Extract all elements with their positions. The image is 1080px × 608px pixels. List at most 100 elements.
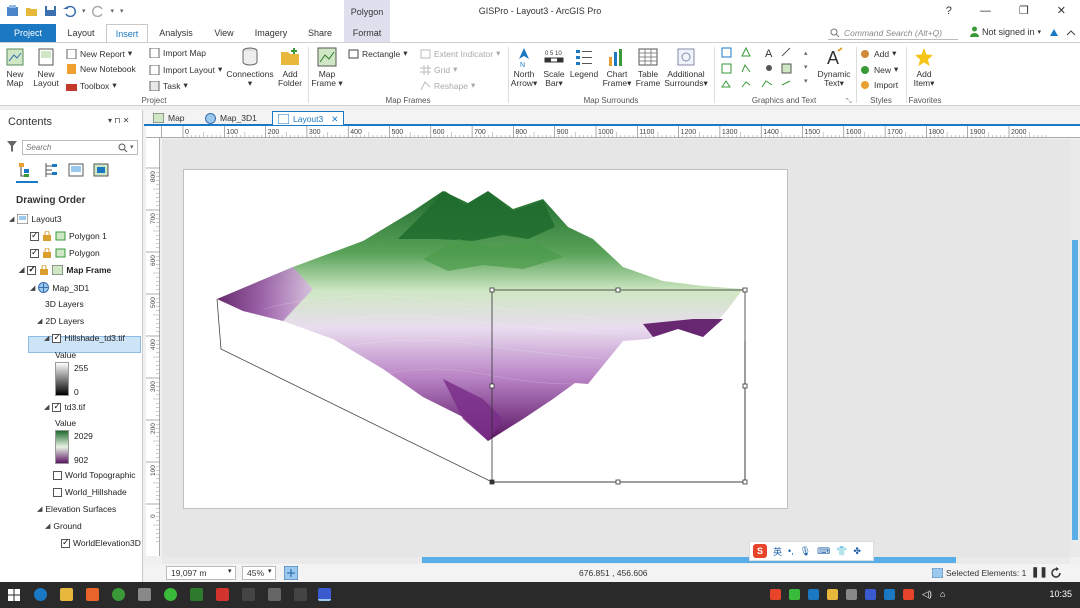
view-tab-map3d[interactable]: Map_3D1 — [200, 111, 262, 125]
tray-app-icon[interactable] — [884, 589, 895, 600]
task-button[interactable]: Task ▾ — [149, 80, 188, 91]
styles-add-button[interactable]: Add ▾ — [860, 48, 896, 59]
styles-new-button[interactable]: New ▾ — [860, 64, 898, 75]
close-tab-icon[interactable]: ✕ — [331, 112, 338, 126]
ribbon-collapse-icon[interactable] — [1066, 28, 1076, 38]
app-icon[interactable] — [138, 588, 151, 601]
tree-item-elevation-surfaces[interactable]: ◢ Elevation Surfaces — [37, 504, 116, 514]
vertical-scroll-thumb[interactable] — [1072, 240, 1078, 540]
tray-ime-icon[interactable] — [903, 589, 914, 600]
tab-layout[interactable]: Layout — [58, 24, 104, 42]
grid-button[interactable]: Grid ▾ — [420, 64, 457, 75]
tab-analysis[interactable]: Analysis — [150, 24, 202, 42]
new-notebook-button[interactable]: New Notebook — [66, 64, 136, 74]
edge-icon[interactable] — [34, 588, 47, 601]
editor-icon[interactable] — [268, 588, 281, 601]
arcgis-pro-icon[interactable] — [318, 588, 331, 601]
connections-button[interactable]: Connections ▾ — [226, 47, 274, 88]
north-arrow-button[interactable]: N North Arrow▾ — [510, 47, 538, 88]
command-search-input[interactable]: Command Search (Alt+Q) — [828, 26, 958, 40]
toolbox-button[interactable]: Toolbox ▾ — [66, 80, 117, 91]
import-map-button[interactable]: Import Map — [149, 48, 206, 58]
wechat-icon[interactable] — [164, 588, 177, 601]
search-options-dropdown[interactable]: ▾ — [130, 143, 134, 151]
view-tab-layout3[interactable]: Layout3 ✕ — [272, 111, 345, 126]
visibility-checkbox[interactable] — [53, 487, 62, 497]
visibility-checkbox[interactable] — [30, 247, 39, 258]
visibility-checkbox[interactable] — [53, 470, 62, 480]
tray-app-icon[interactable] — [827, 589, 838, 600]
styles-import-button[interactable]: Import — [860, 80, 898, 90]
ime-language[interactable]: 英 — [773, 545, 782, 558]
skin-icon[interactable]: 👕 — [836, 546, 847, 557]
pause-drawing-icon[interactable]: ❚❚ — [1031, 567, 1048, 578]
dialog-launcher-icon[interactable]: ⤡ — [846, 98, 852, 106]
settings-icon[interactable] — [294, 588, 307, 601]
keyboard-icon[interactable]: ⌨ — [817, 546, 830, 557]
snapping-icon[interactable] — [284, 566, 298, 580]
list-by-selection-icon[interactable] — [68, 162, 84, 178]
photos-icon[interactable] — [242, 588, 255, 601]
microphone-icon[interactable]: 🎙 — [800, 546, 811, 557]
tree-item-ground[interactable]: ◢ Ground — [45, 521, 82, 531]
list-by-labeling-icon[interactable] — [93, 162, 109, 178]
filter-icon[interactable] — [7, 141, 17, 152]
tray-app-icon[interactable] — [865, 589, 876, 600]
rectangle-button[interactable]: Rectangle ▾ — [348, 48, 408, 59]
punctuation-icon[interactable]: •, — [788, 546, 794, 556]
chevron-down-icon[interactable]: ▾ — [268, 567, 272, 575]
wps-icon[interactable] — [216, 588, 229, 601]
tree-item-polygon[interactable]: Polygon — [30, 247, 100, 258]
visibility-checkbox[interactable] — [52, 401, 62, 412]
excel-icon[interactable] — [190, 588, 203, 601]
extent-indicator-button[interactable]: Extent Indicator ▾ — [420, 48, 500, 59]
tab-format[interactable]: Format — [344, 24, 390, 42]
tree-item-world-topographic[interactable]: World Topographic — [53, 470, 136, 480]
additional-surrounds-button[interactable]: Additional Surrounds▾ — [663, 47, 709, 88]
volume-icon[interactable]: ◁) — [922, 589, 932, 600]
tab-share[interactable]: Share — [298, 24, 342, 42]
tab-view[interactable]: View — [204, 24, 244, 42]
scale-bar-button[interactable]: 0 5 10 Scale Bar▾ — [541, 47, 567, 88]
tree-item-world-elevation[interactable]: WorldElevation3D — [61, 537, 141, 548]
new-map-button[interactable]: New Map — [2, 47, 28, 88]
chevron-down-icon[interactable]: ▾ — [228, 567, 232, 575]
tray-app-icon[interactable] — [770, 589, 781, 600]
network-icon[interactable]: ⌂ — [940, 589, 945, 600]
new-report-button[interactable]: New Report ▾ — [66, 48, 132, 59]
import-layout-button[interactable]: Import Layout ▾ — [149, 64, 222, 75]
tray-wechat-icon[interactable] — [789, 589, 800, 600]
chart-frame-button[interactable]: Chart Frame▾ — [602, 47, 632, 88]
tab-imagery[interactable]: Imagery — [246, 24, 296, 42]
account-menu[interactable]: Not signed in ▾ — [970, 26, 1041, 37]
map-frame-3d-view[interactable] — [183, 169, 788, 509]
tree-item-world-hillshade[interactable]: World_Hillshade — [53, 487, 127, 497]
add-item-button[interactable]: Add Item▾ — [908, 47, 940, 88]
tree-item-2d-layers[interactable]: ◢ 2D Layers — [37, 316, 84, 326]
graphics-gallery-icons[interactable]: A — [720, 45, 812, 93]
table-frame-button[interactable]: Table Frame — [634, 47, 662, 88]
gallery-scroll[interactable]: ▴ ▾ ▾ — [804, 47, 808, 89]
tree-item-hillshade[interactable]: ◢Hillshade_td3.tif — [44, 332, 125, 344]
tree-item-polygon1[interactable]: Polygon 1 — [30, 230, 107, 241]
close-button[interactable]: ✕ — [1057, 4, 1066, 17]
tree-item-3d-layers[interactable]: 3D Layers — [45, 299, 84, 309]
visibility-checkbox[interactable] — [52, 332, 62, 343]
tree-item-map3d[interactable]: ◢ Map_3D1 — [30, 282, 89, 293]
add-folder-button[interactable]: Add Folder — [276, 47, 304, 88]
legend-button[interactable]: Legend — [568, 47, 600, 79]
list-by-data-source-icon[interactable] — [43, 162, 59, 178]
view-tab-map[interactable]: Map — [148, 111, 190, 125]
horizontal-scroll-thumb[interactable] — [422, 557, 956, 563]
windows-start-icon[interactable] — [8, 589, 20, 601]
refresh-icon[interactable] — [1050, 567, 1062, 579]
visibility-checkbox[interactable] — [30, 230, 39, 241]
search-app-icon[interactable] — [86, 588, 99, 601]
help-button[interactable]: ? — [946, 5, 952, 17]
visibility-checkbox[interactable] — [61, 537, 70, 548]
map-frame-button[interactable]: Map Frame ▾ — [311, 47, 343, 88]
apps-icon[interactable]: ✤ — [853, 546, 861, 557]
restore-button[interactable]: ❐ — [1019, 4, 1029, 17]
tree-item-td3[interactable]: ◢td3.tif — [44, 401, 85, 413]
notification-icon[interactable] — [1048, 27, 1060, 38]
